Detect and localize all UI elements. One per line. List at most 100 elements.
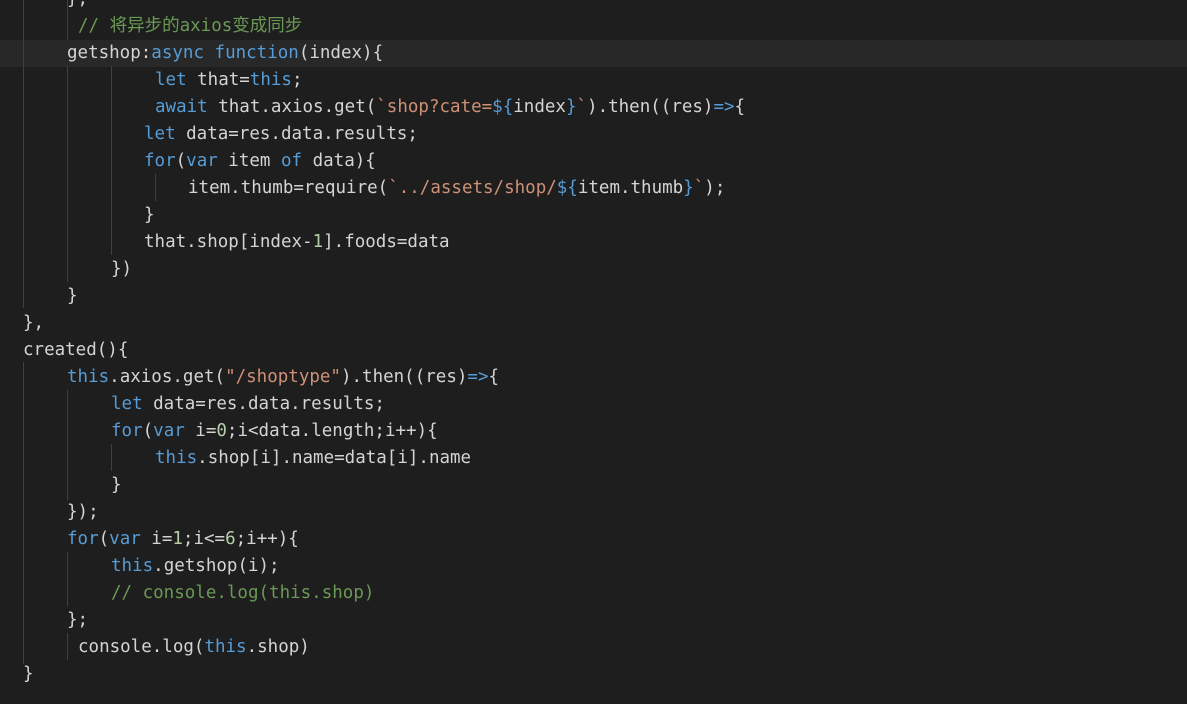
code-token: 6 [225, 529, 236, 549]
code-token: 0 [216, 421, 227, 441]
code-token: } [683, 178, 694, 198]
code-line: for(var i=0;i<data.length;i++){ [111, 418, 438, 445]
code-token: of [280, 151, 303, 171]
code-token: } [144, 205, 155, 225]
code-token: await [155, 97, 208, 117]
code-token: data){ [302, 151, 376, 171]
indent-guide [67, 390, 68, 500]
indent-guide [111, 66, 112, 255]
code-token: `../assets/shop/ [388, 178, 557, 198]
code-token: ].foods=data [323, 232, 450, 252]
code-token: var [153, 421, 185, 441]
code-token: ).then((res) [340, 367, 468, 387]
code-token: ); [704, 178, 726, 198]
code-token: that.axios.get( [207, 97, 377, 117]
code-token: } [111, 475, 122, 495]
code-token: (index){ [298, 43, 384, 63]
code-line: // console.log(this.shop) [111, 580, 374, 607]
code-token: ;i<= [182, 529, 226, 549]
code-token: .shop) [246, 637, 310, 657]
code-line: } [67, 283, 78, 310]
code-token: }) [111, 259, 133, 279]
code-token: this [249, 70, 292, 90]
code-token: 1 [172, 529, 183, 549]
code-token: i= [140, 529, 173, 549]
code-line: item.thumb=require(`../assets/shop/${ite… [188, 175, 725, 202]
code-line: for(var item of data){ [144, 148, 376, 175]
code-token: // 将异步的axios变成同步 [78, 16, 303, 36]
code-token: for [144, 151, 176, 171]
code-line: let that=this; [155, 67, 303, 94]
indent-guide [155, 174, 156, 201]
code-token: `shop?cate= [376, 97, 493, 117]
code-line: getshop:async function(index){ [67, 40, 383, 67]
code-token: .shop[i].name=data[i].name [197, 448, 472, 468]
code-token: var [186, 151, 218, 171]
code-token: ;i++){ [235, 529, 299, 549]
code-token: "/shoptype" [225, 367, 341, 387]
code-token: this [67, 367, 110, 387]
code-token: ; [291, 70, 303, 90]
code-editor[interactable]: }, // 将异步的axios变成同步 getshop:async functi… [0, 0, 1187, 704]
code-token: data=res.data.results; [175, 124, 418, 144]
code-token: that= [186, 70, 250, 90]
code-line: }, [67, 0, 88, 13]
indent-guide [67, 552, 68, 606]
code-token: getshop: [67, 43, 152, 63]
code-token: ( [142, 421, 154, 441]
code-line: }); [67, 499, 99, 526]
code-token: index [513, 97, 566, 117]
code-token: }, [23, 313, 45, 333]
code-line: this.axios.get("/shoptype").then((res)=>… [67, 364, 499, 391]
code-token: this [111, 556, 154, 576]
code-token: let [111, 394, 143, 414]
indent-guide [23, 362, 24, 664]
code-token: ;i<data.length;i++){ [226, 421, 438, 441]
code-token: // console.log(this.shop) [111, 583, 375, 603]
code-token: i= [184, 421, 217, 441]
code-token: ${ [492, 97, 514, 117]
code-token: ).then((res) [587, 97, 714, 117]
code-line: for(var i=1;i<=6;i++){ [67, 526, 299, 553]
code-token: this [204, 637, 247, 657]
code-token: { [488, 367, 500, 387]
code-token: => [713, 97, 735, 117]
code-token: console.log( [78, 637, 205, 657]
code-token: => [467, 367, 489, 387]
code-token: .axios.get( [109, 367, 226, 387]
code-line: } [23, 661, 34, 688]
code-token: }); [67, 502, 99, 522]
indent-guide [67, 66, 68, 282]
code-line: that.shop[index-1].foods=data [144, 229, 450, 256]
code-token: this [155, 448, 198, 468]
code-token: item [217, 151, 281, 171]
code-token: ${ [556, 178, 578, 198]
code-token: item.thumb=require( [188, 178, 389, 198]
code-line: }, [23, 310, 44, 337]
code-token: that.shop[index- [144, 232, 313, 252]
indent-guide [23, 0, 24, 308]
code-line: await that.axios.get(`shop?cate=${index}… [155, 94, 745, 121]
code-token: }; [67, 610, 89, 630]
code-token: ` [693, 178, 705, 198]
code-line: console.log(this.shop) [78, 634, 310, 661]
code-line: let data=res.data.results; [111, 391, 385, 418]
code-token: { [734, 97, 746, 117]
code-line: // 将异步的axios变成同步 [78, 13, 302, 40]
code-line: }; [67, 607, 88, 634]
code-token: for [67, 529, 99, 549]
code-token: async [151, 43, 204, 63]
code-line: }) [111, 256, 132, 283]
code-token: let [155, 70, 187, 90]
code-token: function [214, 43, 299, 63]
code-token: let [144, 124, 176, 144]
code-line: } [144, 202, 155, 229]
code-token: } [565, 97, 577, 117]
code-token: data=res.data.results; [142, 394, 385, 414]
code-token: created(){ [23, 340, 129, 360]
indent-guide [67, 633, 68, 660]
code-token: for [111, 421, 143, 441]
code-line: created(){ [23, 337, 128, 364]
code-token: ( [98, 529, 110, 549]
